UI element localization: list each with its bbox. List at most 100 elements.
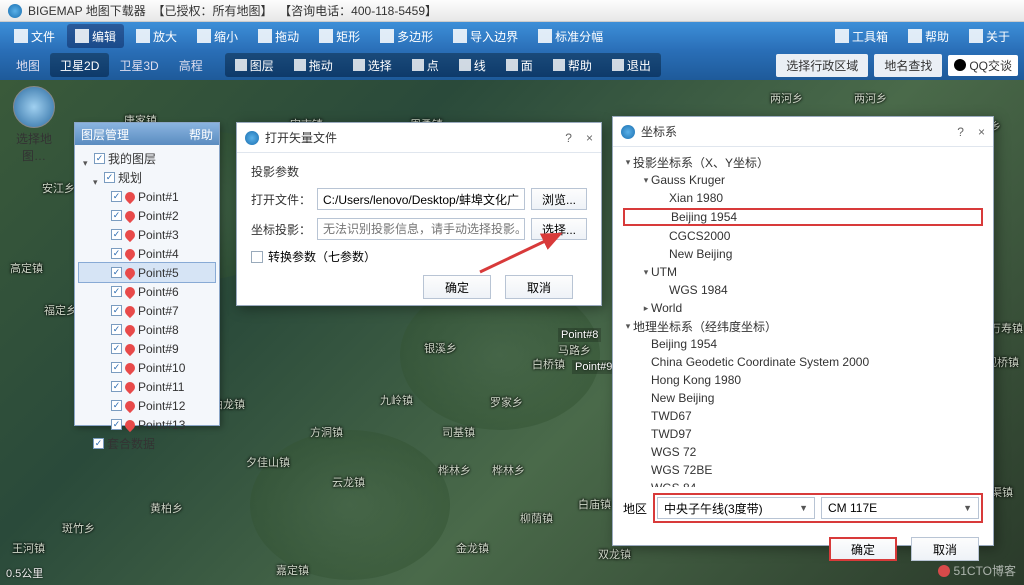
projection-section-label: 投影参数 — [251, 163, 587, 180]
coord-node[interactable]: ▾ Gauss Kruger — [623, 171, 983, 189]
tool-选择[interactable]: 选择 — [343, 53, 402, 77]
layer-point[interactable]: Point#8 — [79, 320, 215, 339]
browse-button[interactable]: 浏览... — [531, 188, 587, 210]
coord-cancel-button[interactable]: 取消 — [911, 537, 979, 561]
map-place-label: 桦林乡 — [438, 462, 471, 478]
coord-node[interactable]: Hong Kong 1980 — [623, 371, 983, 389]
layer-point[interactable]: Point#7 — [79, 301, 215, 320]
coord-dialog-titlebar[interactable]: 坐标系 ?× — [613, 117, 993, 147]
layer-overlay[interactable]: 套合数据 — [79, 434, 215, 453]
search-place-button[interactable]: 地名查找 — [874, 54, 942, 77]
tool-icon — [553, 59, 565, 71]
layer-panel-header[interactable]: 图层管理 帮助 — [75, 123, 219, 145]
coord-node[interactable]: ▸ World — [623, 299, 983, 317]
open-cancel-button[interactable]: 取消 — [505, 275, 573, 299]
coord-node[interactable]: ▾ UTM — [623, 263, 983, 281]
tool-帮助[interactable]: 帮助 — [543, 53, 602, 77]
pin-icon — [123, 322, 137, 336]
qq-chat-button[interactable]: QQ交谈 — [948, 55, 1018, 76]
toolbar-帮助[interactable]: 帮助 — [900, 24, 957, 48]
layer-point[interactable]: Point#4 — [79, 244, 215, 263]
open-dialog-titlebar[interactable]: 打开矢量文件 ?× — [237, 123, 601, 153]
help-icon[interactable]: ? — [957, 125, 964, 139]
toolbar-放大[interactable]: 放大 — [128, 24, 185, 48]
layer-point[interactable]: Point#13 — [79, 415, 215, 434]
cm-select[interactable]: CM 117E▼ — [821, 497, 979, 519]
tool-icon — [75, 29, 89, 43]
layer-panel-help[interactable]: 帮助 — [189, 126, 213, 143]
coord-node[interactable]: WGS 72BE — [623, 461, 983, 479]
tool-面[interactable]: 面 — [496, 53, 543, 77]
select-projection-button[interactable]: 选择... — [531, 218, 587, 240]
help-icon[interactable]: ? — [565, 131, 572, 145]
tool-拖动[interactable]: 拖动 — [284, 53, 343, 77]
maptype-tab-2[interactable]: 卫星3D — [109, 53, 168, 77]
meridian-select[interactable]: 中央子午线(3度带)▼ — [657, 497, 815, 519]
map-point-label[interactable]: Point#8 — [558, 328, 601, 342]
coord-node[interactable]: Xian 1980 — [623, 189, 983, 207]
tool-点[interactable]: 点 — [402, 53, 449, 77]
layer-point[interactable]: Point#2 — [79, 206, 215, 225]
toolbar-关于[interactable]: 关于 — [961, 24, 1018, 48]
coord-tree: ▾ 投影坐标系（X、Y坐标）▾ Gauss Kruger Xian 1980 B… — [613, 147, 993, 487]
map-selector[interactable]: 选择地图… — [8, 86, 60, 164]
map-place-label: 夕佳山镇 — [246, 454, 290, 470]
toolbar-编辑[interactable]: 编辑 — [67, 24, 124, 48]
toolbar-文件[interactable]: 文件 — [6, 24, 63, 48]
globe-icon — [13, 86, 55, 128]
close-icon[interactable]: × — [586, 131, 593, 145]
coord-node[interactable]: Beijing 1954 — [623, 335, 983, 353]
pin-icon — [123, 284, 137, 298]
coord-node[interactable]: WGS 84 — [623, 479, 983, 487]
maptype-tab-0[interactable]: 地图 — [6, 53, 50, 77]
coord-node[interactable]: WGS 1984 — [623, 281, 983, 299]
coord-node[interactable]: TWD97 — [623, 425, 983, 443]
map-place-label: 王河镇 — [12, 540, 45, 556]
layer-root[interactable]: 我的图层 — [79, 149, 215, 168]
select-region-button[interactable]: 选择行政区域 — [776, 54, 868, 77]
seven-param-checkbox[interactable]: 转换参数（七参数） — [251, 248, 587, 265]
close-icon[interactable]: × — [978, 125, 985, 139]
coord-node[interactable]: Beijing 1954 — [623, 208, 983, 226]
coord-node[interactable]: New Beijing — [623, 389, 983, 407]
open-ok-button[interactable]: 确定 — [423, 275, 491, 299]
toolbar-矩形[interactable]: 矩形 — [311, 24, 368, 48]
maptype-tab-1[interactable]: 卫星2D — [50, 53, 109, 77]
toolbar-拖动[interactable]: 拖动 — [250, 24, 307, 48]
coord-node[interactable]: ▾ 投影坐标系（X、Y坐标） — [623, 153, 983, 171]
coord-node[interactable]: TWD67 — [623, 407, 983, 425]
layer-plan[interactable]: 规划 — [79, 168, 215, 187]
layer-point[interactable]: Point#1 — [79, 187, 215, 206]
tool-图层[interactable]: 图层 — [225, 53, 284, 77]
coord-ok-button[interactable]: 确定 — [829, 537, 897, 561]
coord-node[interactable]: New Beijing — [623, 245, 983, 263]
layer-point[interactable]: Point#3 — [79, 225, 215, 244]
toolbar-缩小[interactable]: 缩小 — [189, 24, 246, 48]
map-place-label: 云龙镇 — [332, 474, 365, 490]
layer-point[interactable]: Point#5 — [79, 263, 215, 282]
maptype-tab-3[interactable]: 高程 — [169, 53, 213, 77]
coord-node[interactable]: CGCS2000 — [623, 227, 983, 245]
layer-point[interactable]: Point#6 — [79, 282, 215, 301]
toolbar-导入边界[interactable]: 导入边界 — [445, 24, 526, 48]
coordinate-system-dialog: 坐标系 ?× ▾ 投影坐标系（X、Y坐标）▾ Gauss Kruger Xian… — [612, 116, 994, 546]
layer-point[interactable]: Point#9 — [79, 339, 215, 358]
file-path-input[interactable] — [317, 188, 525, 210]
tool-icon — [506, 59, 518, 71]
projection-input[interactable] — [317, 218, 525, 240]
pin-icon — [123, 208, 137, 222]
coord-node[interactable]: China Geodetic Coordinate System 2000 — [623, 353, 983, 371]
coord-node[interactable]: WGS 72 — [623, 443, 983, 461]
toolbar-工具箱[interactable]: 工具箱 — [827, 24, 896, 48]
layer-point[interactable]: Point#12 — [79, 396, 215, 415]
toolbar-多边形[interactable]: 多边形 — [372, 24, 441, 48]
toolbar-标准分幅[interactable]: 标准分幅 — [530, 24, 611, 48]
map-point-label[interactable]: Point#9 — [572, 360, 615, 374]
tool-icon — [969, 29, 983, 43]
tool-线[interactable]: 线 — [449, 53, 496, 77]
map-place-label: 马路乡 — [558, 342, 591, 358]
coord-node[interactable]: ▾ 地理坐标系（经纬度坐标） — [623, 317, 983, 335]
layer-point[interactable]: Point#10 — [79, 358, 215, 377]
layer-point[interactable]: Point#11 — [79, 377, 215, 396]
tool-退出[interactable]: 退出 — [602, 53, 661, 77]
